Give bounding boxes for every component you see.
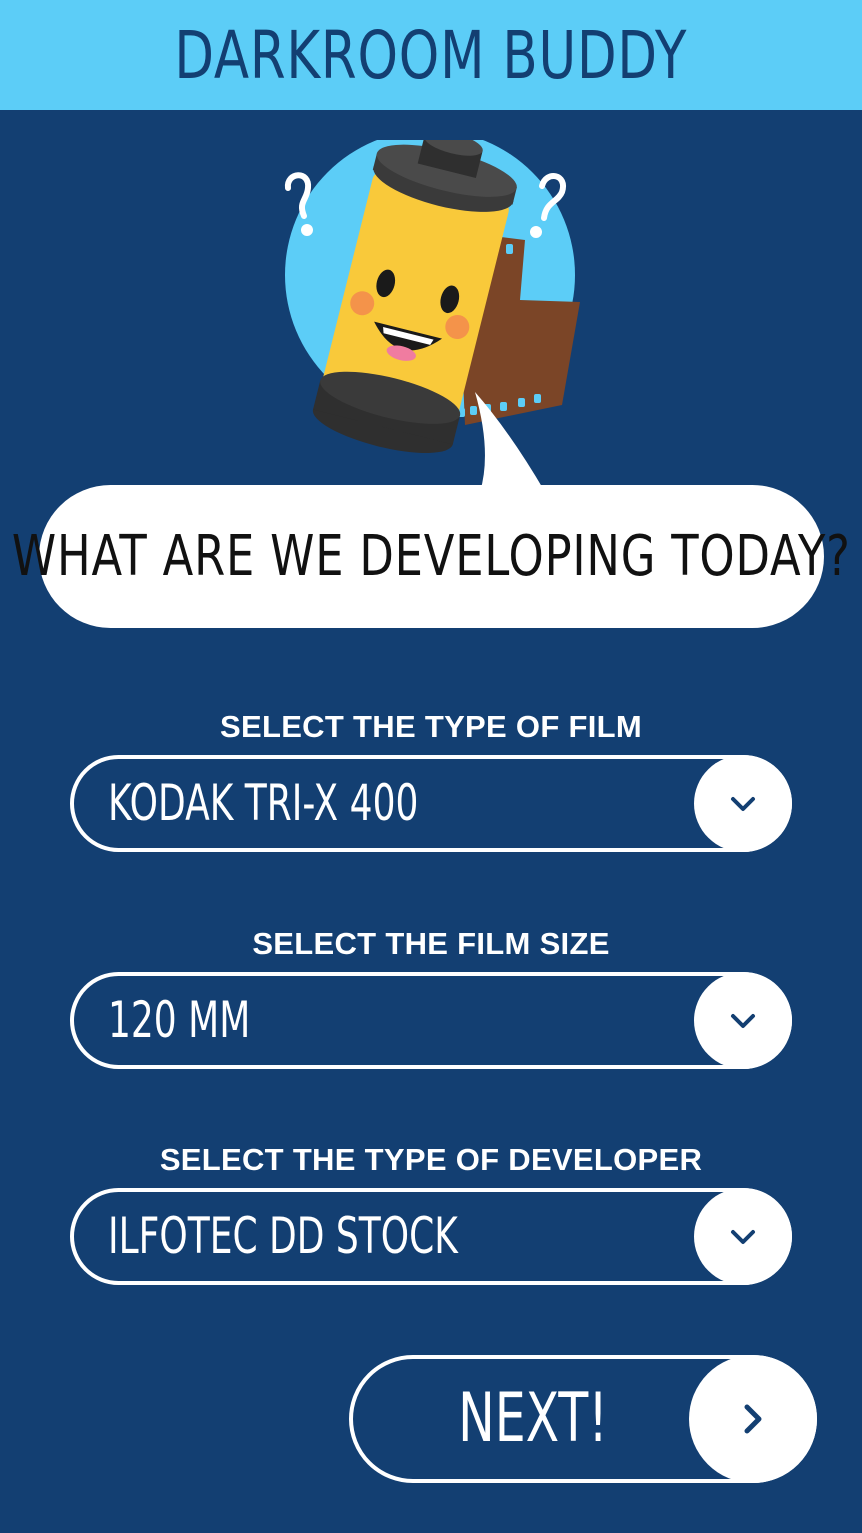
- film-size-value: 120 MM: [108, 991, 251, 1049]
- speech-bubble: WHAT ARE WE DEVELOPING TODAY?: [12, 485, 850, 628]
- film-type-dropdown-button[interactable]: [694, 755, 792, 852]
- developer-dropdown-button[interactable]: [694, 1188, 792, 1285]
- next-label: NEXT!: [458, 1379, 608, 1458]
- app-title: DARKROOM BUDDY: [174, 16, 688, 94]
- chevron-down-icon: [731, 1013, 755, 1028]
- film-size-dropdown-button[interactable]: [694, 972, 792, 1069]
- developer-value: ILFOTEC DD STOCK: [108, 1207, 458, 1265]
- film-size-select[interactable]: 120 MM: [70, 972, 792, 1069]
- film-size-label: SELECT THE FILM SIZE: [252, 926, 610, 961]
- prompt-text: WHAT ARE WE DEVELOPING TODAY?: [12, 524, 851, 589]
- app-header: DARKROOM BUDDY: [0, 0, 862, 110]
- chevron-down-icon: [731, 1229, 755, 1244]
- developer-label: SELECT THE TYPE OF DEVELOPER: [159, 1142, 703, 1177]
- next-button[interactable]: NEXT!: [349, 1355, 817, 1483]
- film-type-select[interactable]: KODAK TRI-X 400: [70, 755, 792, 852]
- chevron-right-icon: [744, 1404, 762, 1434]
- next-arrow-button[interactable]: [689, 1355, 817, 1483]
- film-type-value: KODAK TRI-X 400: [108, 774, 419, 832]
- film-type-label: SELECT THE TYPE OF FILM: [220, 709, 642, 744]
- chevron-down-icon: [731, 796, 755, 811]
- developer-select[interactable]: ILFOTEC DD STOCK: [70, 1188, 792, 1285]
